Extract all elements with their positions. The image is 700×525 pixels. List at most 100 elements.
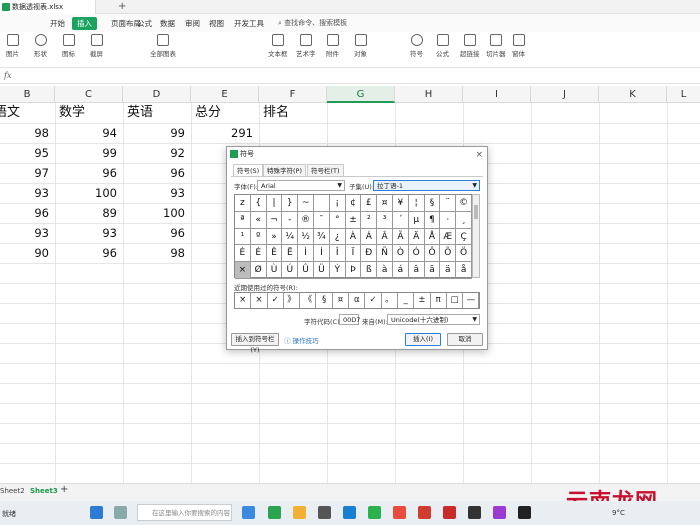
chrome-icon[interactable] bbox=[268, 506, 281, 519]
ribbon-form[interactable]: 窗体 bbox=[512, 34, 525, 58]
wechat-icon[interactable] bbox=[368, 506, 381, 519]
col-header-e[interactable]: E bbox=[191, 86, 259, 103]
symbol-cell[interactable]: ã bbox=[424, 262, 441, 279]
symbol-cell[interactable]: ß bbox=[361, 262, 378, 279]
weather-text[interactable]: 9°C bbox=[612, 509, 625, 517]
recent-symbol-cell[interactable]: — bbox=[463, 293, 480, 308]
symbol-cell[interactable]: | bbox=[266, 195, 283, 212]
recent-symbol-cell[interactable]: π bbox=[431, 293, 447, 308]
symbol-cell[interactable] bbox=[314, 195, 330, 212]
app-icon[interactable] bbox=[393, 506, 406, 519]
table-cell[interactable]: 291 bbox=[191, 123, 259, 143]
symbol-cell[interactable]: » bbox=[266, 228, 283, 246]
recent-symbol-cell[interactable]: × bbox=[235, 293, 252, 308]
table-cell[interactable]: 93 bbox=[55, 223, 123, 243]
symbol-cell[interactable]: Ã bbox=[393, 228, 409, 246]
symbol-cell[interactable]: ¢ bbox=[345, 195, 362, 212]
symbol-cell[interactable]: Ì bbox=[298, 245, 314, 263]
symbol-cell[interactable]: « bbox=[250, 211, 267, 229]
table-cell[interactable]: 94 bbox=[55, 123, 123, 143]
table-cell[interactable]: 100 bbox=[55, 183, 123, 203]
symbol-cell[interactable]: ¡ bbox=[329, 195, 346, 212]
table-cell[interactable]: 100 bbox=[123, 203, 191, 223]
symbol-cell[interactable]: Á bbox=[361, 228, 378, 246]
symbol-cell[interactable]: Ò bbox=[393, 245, 409, 263]
symbol-cell[interactable]: Â bbox=[377, 228, 393, 246]
symbol-cell[interactable]: Å bbox=[424, 228, 441, 246]
table-cell[interactable]: 96 bbox=[123, 223, 191, 243]
command-search[interactable]: ⌕ 查找命令、搜索模板 bbox=[278, 18, 347, 28]
recent-symbol-cell[interactable]: ¤ bbox=[333, 293, 350, 308]
recent-symbol-cell[interactable]: § bbox=[317, 293, 333, 308]
cell-header-total[interactable]: 总分 bbox=[195, 103, 259, 123]
ribbon-wordart[interactable]: 艺术字 bbox=[296, 34, 316, 58]
recent-symbol-cell[interactable]: _ bbox=[398, 293, 415, 308]
table-cell[interactable]: 95 bbox=[0, 143, 55, 163]
menu-review[interactable]: 审阅 bbox=[185, 18, 200, 29]
table-cell[interactable]: 99 bbox=[123, 123, 191, 143]
ribbon-attachment[interactable]: 附件 bbox=[326, 34, 339, 58]
symbol-cell[interactable]: ° bbox=[329, 211, 346, 229]
col-header-h[interactable]: H bbox=[395, 86, 463, 103]
col-header-d[interactable]: D bbox=[123, 86, 191, 103]
add-sheet-button[interactable]: + bbox=[60, 484, 68, 495]
symbol-cell[interactable]: ± bbox=[345, 211, 362, 229]
recent-symbol-cell[interactable]: ✓ bbox=[268, 293, 284, 308]
col-header-i[interactable]: I bbox=[463, 86, 531, 103]
menu-data[interactable]: 数据 bbox=[160, 18, 175, 29]
col-header-f[interactable]: F bbox=[259, 86, 327, 103]
symbol-cell[interactable]: Þ bbox=[345, 262, 362, 279]
insert-button[interactable]: 插入(I) bbox=[405, 333, 441, 346]
table-cell[interactable]: 96 bbox=[55, 243, 123, 263]
table-cell[interactable]: 92 bbox=[123, 143, 191, 163]
symbol-cell[interactable]: · bbox=[440, 211, 457, 229]
symbol-cell[interactable]: å bbox=[456, 262, 472, 279]
tab-special-chars[interactable]: 特殊字符(P) bbox=[263, 164, 306, 176]
symbol-cell[interactable]: ª bbox=[235, 211, 251, 229]
symbol-grid[interactable]: z{|} ~ ¡ ¢ £ ¤ ¥ ¦ § ¨ © ª «¬ - ® ¯ ° ± ² ³ ´ µ ¶ · ¸ ¹ º» ¼ ½ ¾ ¿ À Á Â… bbox=[234, 194, 472, 279]
tab-symbols[interactable]: 符号(S) bbox=[233, 164, 264, 176]
recent-symbol-cell[interactable]: □ bbox=[447, 293, 464, 308]
symbol-cell[interactable]: ¤ bbox=[377, 195, 393, 212]
symbol-cell[interactable]: ¶ bbox=[424, 211, 441, 229]
app-icon[interactable] bbox=[518, 506, 531, 519]
symbol-cell[interactable]: É bbox=[250, 245, 267, 263]
symbol-cell[interactable]: { bbox=[250, 195, 267, 212]
tab-symbol-bar[interactable]: 符号栏(T) bbox=[307, 164, 344, 176]
symbol-cell[interactable]: - bbox=[282, 211, 299, 229]
symbol-cell[interactable]: } bbox=[282, 195, 299, 212]
ribbon-hyperlink[interactable]: 超链接 bbox=[460, 34, 480, 58]
table-cell[interactable]: 98 bbox=[0, 123, 55, 143]
photoshop-icon[interactable] bbox=[343, 506, 356, 519]
symbol-grid-scrollbar[interactable] bbox=[472, 194, 480, 278]
symbol-cell[interactable]: £ bbox=[361, 195, 378, 212]
table-cell[interactable]: 97 bbox=[0, 163, 55, 183]
table-cell[interactable]: 96 bbox=[55, 163, 123, 183]
symbol-cell[interactable]: ¹ bbox=[235, 228, 251, 246]
symbol-cell[interactable]: Î bbox=[329, 245, 346, 263]
cell-header-chinese[interactable]: 语文 bbox=[0, 103, 54, 123]
taskbar-search-input[interactable]: 在这里输入你要搜索的内容 bbox=[137, 504, 232, 521]
app-icon[interactable] bbox=[493, 506, 506, 519]
symbol-cell[interactable]: ¨ bbox=[440, 195, 457, 212]
symbol-cell[interactable]: § bbox=[424, 195, 441, 212]
symbol-cell[interactable]: Ë bbox=[282, 245, 299, 263]
table-cell[interactable]: 90 bbox=[0, 243, 55, 263]
close-icon[interactable]: × bbox=[475, 148, 483, 162]
sheet-tab-sheet3[interactable]: Sheet3 bbox=[30, 487, 58, 495]
edge-icon[interactable] bbox=[242, 506, 255, 519]
cell-header-rank[interactable]: 排名 bbox=[263, 103, 327, 123]
symbol-cell[interactable]: Õ bbox=[440, 245, 457, 263]
symbol-cell[interactable]: ¾ bbox=[314, 228, 330, 246]
symbol-cell[interactable]: À bbox=[345, 228, 362, 246]
symbol-cell[interactable]: × bbox=[235, 262, 251, 279]
ribbon-slicer[interactable]: 切片器 bbox=[486, 34, 506, 58]
col-header-j[interactable]: J bbox=[531, 86, 599, 103]
symbol-cell[interactable]: Û bbox=[298, 262, 314, 279]
symbol-cell[interactable]: ³ bbox=[377, 211, 393, 229]
table-cell[interactable]: 96 bbox=[123, 163, 191, 183]
col-header-c[interactable]: C bbox=[55, 86, 123, 103]
symbol-cell[interactable]: ´ bbox=[393, 211, 409, 229]
task-view-icon[interactable] bbox=[114, 506, 127, 519]
from-select[interactable]: Unicode(十六进制) ▼ bbox=[387, 314, 480, 325]
